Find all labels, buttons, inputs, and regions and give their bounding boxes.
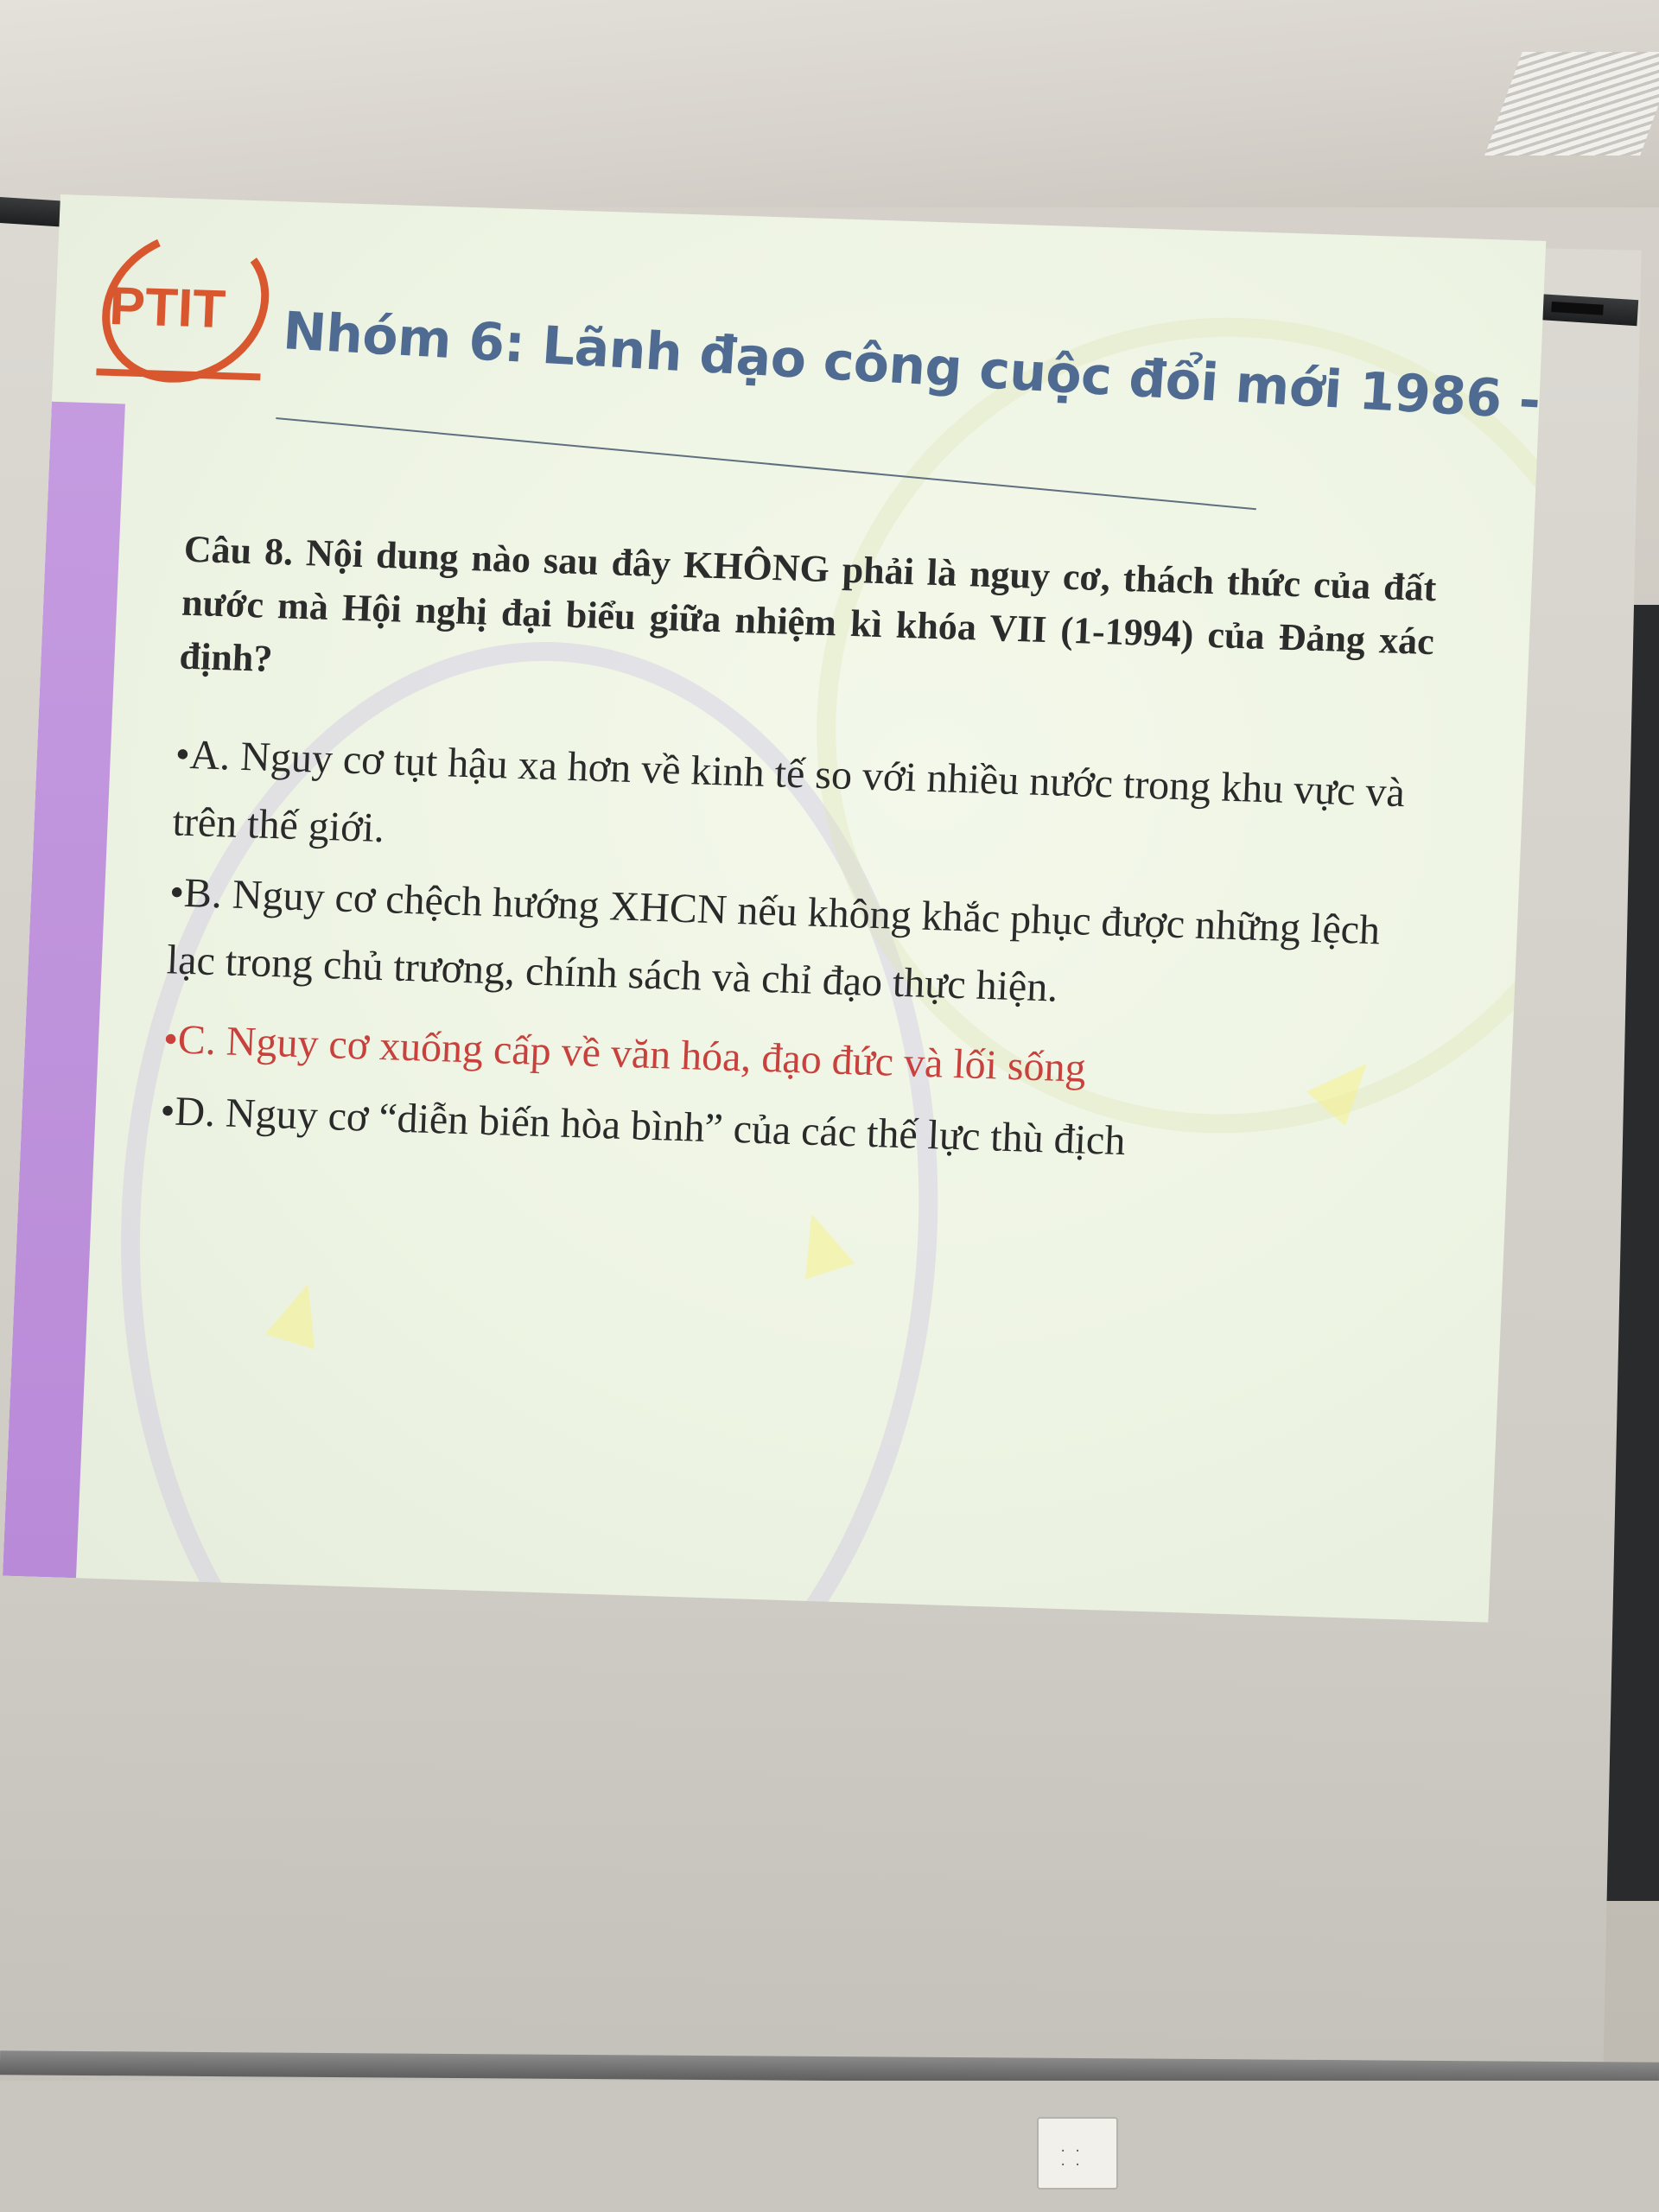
projected-slide: PTIT Nhóm 6: Lãnh đạo công cuộc đổi mới … [2, 194, 1547, 1623]
ptit-logo-text: PTIT [108, 276, 226, 340]
wall-outlet: · · · · [1037, 2117, 1118, 2190]
slide-title: Nhóm 6: Lãnh đạo công cuộc đổi mới 1986 … [281, 301, 1546, 441]
classroom-background: PTIT Nhóm 6: Lãnh đạo công cuộc đổi mới … [0, 0, 1659, 2212]
lower-wall [0, 2081, 1659, 2212]
ptit-logo: PTIT [96, 230, 270, 383]
screen-roller-cap [1551, 302, 1604, 315]
outlet-holes: · · · · [1059, 2145, 1082, 2172]
ceiling [0, 0, 1659, 207]
